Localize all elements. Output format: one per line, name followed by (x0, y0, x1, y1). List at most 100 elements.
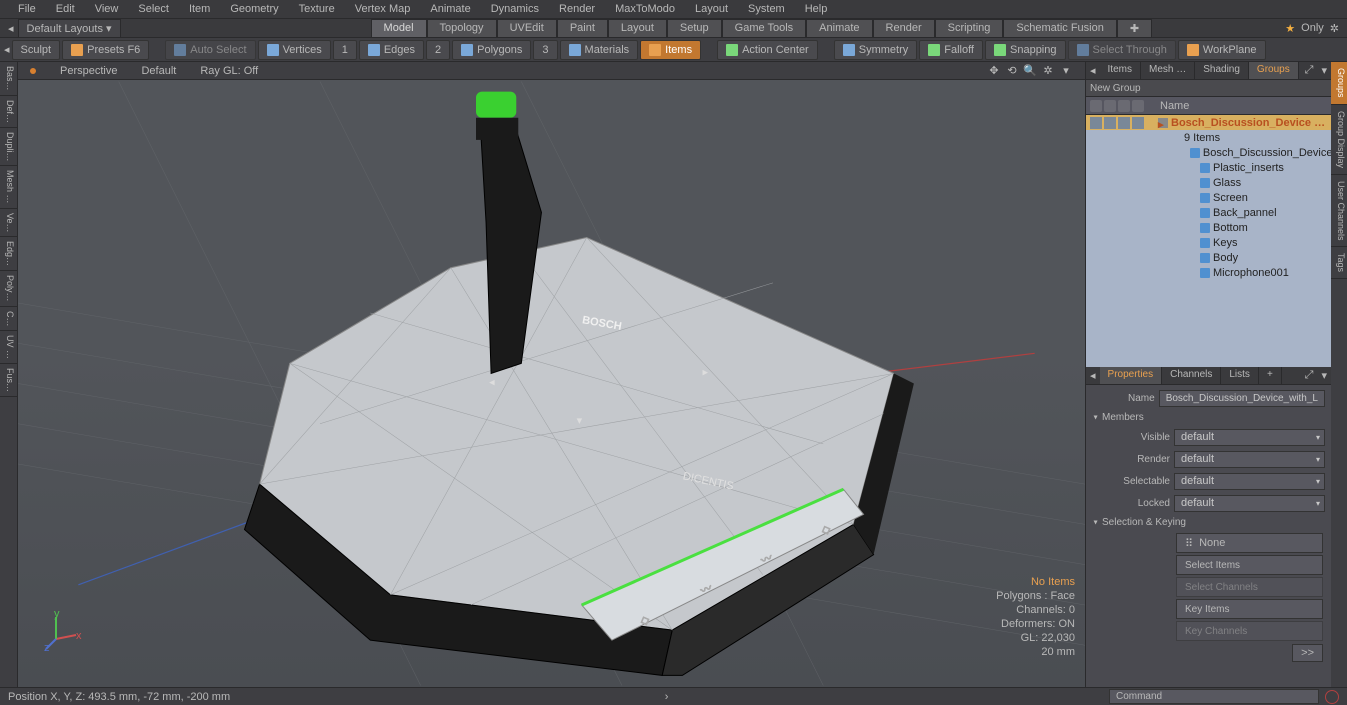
layout-tab-schematic[interactable]: Schematic Fusion (1003, 19, 1116, 38)
arrow-left-icon[interactable]: ◂ (8, 22, 14, 35)
viewport-mode[interactable]: Perspective (60, 65, 117, 77)
lt-edge[interactable]: Edg… (0, 237, 17, 271)
item-tree[interactable]: ▸Bosch_Discussion_Device …9 ItemsBosch_D… (1086, 115, 1331, 367)
actioncenter-button[interactable]: Action Center (717, 40, 818, 60)
menu-system[interactable]: System (738, 1, 795, 17)
zoom-view-icon[interactable]: 🔍 (1023, 64, 1037, 78)
sculpt-button[interactable]: Sculpt (12, 40, 61, 60)
presets-button[interactable]: Presets F6 (62, 40, 149, 60)
key-items-button[interactable]: Key Items (1176, 599, 1323, 619)
symmetry-button[interactable]: Symmetry (834, 40, 918, 60)
panel-arrow-icon[interactable]: ◂ (1086, 62, 1100, 79)
axis-gizmo[interactable]: yzx (44, 611, 84, 651)
render-select[interactable]: default▾ (1174, 451, 1325, 468)
menu-texture[interactable]: Texture (289, 1, 345, 17)
view-menu-icon[interactable]: ▾ (1059, 64, 1073, 78)
more-button[interactable]: >> (1292, 644, 1323, 662)
workplane-button[interactable]: WorkPlane (1178, 40, 1266, 60)
vertices-button[interactable]: Vertices (258, 40, 331, 60)
autoselect-button[interactable]: Auto Select (165, 40, 255, 60)
edges-button[interactable]: Edges (359, 40, 424, 60)
new-group-button[interactable]: New Group (1090, 83, 1141, 94)
col-lock-icon[interactable] (1132, 100, 1144, 112)
lt-deform[interactable]: Def… (0, 96, 17, 128)
viewport-3d[interactable]: ◇ 〰 〰 ◇ BOSCH DICENTIS ◂ ▸ ▾ yzx (18, 80, 1085, 687)
menu-help[interactable]: Help (795, 1, 838, 17)
tree-row[interactable]: Screen (1086, 190, 1331, 205)
layout-tab-render[interactable]: Render (873, 19, 935, 38)
layout-tab-animate[interactable]: Animate (806, 19, 872, 38)
selkey-section[interactable]: Selection & Keying (1086, 514, 1331, 531)
menu-maxtomodo[interactable]: MaxToModo (605, 1, 685, 17)
polygons-button[interactable]: Polygons (452, 40, 531, 60)
layout-tab-setup[interactable]: Setup (667, 19, 722, 38)
materials-button[interactable]: Materials (560, 40, 639, 60)
lt-poly[interactable]: Poly… (0, 271, 17, 307)
tree-row[interactable]: Keys (1086, 235, 1331, 250)
col-eye-icon[interactable] (1090, 100, 1102, 112)
layout-dropdown[interactable]: Default Layouts ▾ (18, 19, 121, 38)
layout-tab-layout[interactable]: Layout (608, 19, 667, 38)
lt-curve[interactable]: C… (0, 307, 17, 332)
record-icon[interactable] (1325, 690, 1339, 704)
layout-tab-paint[interactable]: Paint (557, 19, 608, 38)
rtab-groups[interactable]: Groups (1331, 62, 1347, 105)
select-channels-button[interactable]: Select Channels (1176, 577, 1323, 597)
prop-name-input[interactable]: Bosch_Discussion_Device_with_L (1159, 390, 1325, 407)
num3-button[interactable]: 3 (533, 40, 557, 60)
menu-geometry[interactable]: Geometry (220, 1, 288, 17)
lt-basic[interactable]: Bas… (0, 62, 17, 96)
tree-row[interactable]: Microphone001 (1086, 265, 1331, 280)
prop-expand-icon[interactable]: ⤢ (1301, 367, 1318, 384)
tab-groups[interactable]: Groups (1249, 62, 1299, 79)
ptab-properties[interactable]: Properties (1100, 367, 1163, 384)
only-toggle[interactable]: Only (1301, 22, 1324, 34)
prop-menu-icon[interactable]: ▾ (1317, 367, 1331, 384)
rtab-groupdisplay[interactable]: Group Display (1331, 105, 1347, 175)
menu-render[interactable]: Render (549, 1, 605, 17)
tree-row[interactable]: Glass (1086, 175, 1331, 190)
selectthrough-button[interactable]: Select Through (1068, 40, 1176, 60)
menu-select[interactable]: Select (128, 1, 179, 17)
tree-row[interactable]: Bosch_Discussion_Device_w… (1086, 145, 1331, 160)
menu-layout[interactable]: Layout (685, 1, 738, 17)
ptab-add[interactable]: + (1259, 367, 1282, 384)
rtab-userchannels[interactable]: User Channels (1331, 175, 1347, 248)
visible-select[interactable]: default▾ (1174, 429, 1325, 446)
select-items-button[interactable]: Select Items (1176, 555, 1323, 575)
viewport-dot-icon[interactable] (30, 68, 36, 74)
panel-expand-icon[interactable]: ⤢ (1301, 62, 1318, 79)
viewport-shading[interactable]: Default (141, 65, 176, 77)
snapping-button[interactable]: Snapping (985, 40, 1066, 60)
layout-tab-model[interactable]: Model (371, 19, 427, 38)
lt-dupli[interactable]: Dupli… (0, 128, 17, 167)
tab-shading[interactable]: Shading (1195, 62, 1249, 79)
tree-row[interactable]: Body (1086, 250, 1331, 265)
menu-file[interactable]: File (8, 1, 46, 17)
col-sel-icon[interactable] (1118, 100, 1130, 112)
ptab-lists[interactable]: Lists (1221, 367, 1259, 384)
view-options-icon[interactable]: ✲ (1041, 64, 1055, 78)
cmd-caret-icon[interactable]: › (665, 691, 669, 703)
menu-animate[interactable]: Animate (420, 1, 480, 17)
layout-tab-uvedit[interactable]: UVEdit (497, 19, 557, 38)
key-channels-button[interactable]: Key Channels (1176, 621, 1323, 641)
menu-edit[interactable]: Edit (46, 1, 85, 17)
locked-select[interactable]: default▾ (1174, 495, 1325, 512)
ptab-channels[interactable]: Channels (1162, 367, 1221, 384)
command-input[interactable]: Command (1109, 689, 1319, 704)
tree-row[interactable]: Plastic_inserts (1086, 160, 1331, 175)
menu-item[interactable]: Item (179, 1, 220, 17)
layout-tab-scripting[interactable]: Scripting (935, 19, 1004, 38)
lt-vertex[interactable]: Ve… (0, 209, 17, 238)
layout-tab-add[interactable]: ✚ (1117, 19, 1152, 38)
tab-items[interactable]: Items (1100, 62, 1141, 79)
falloff-button[interactable]: Falloff (919, 40, 983, 60)
lt-uv[interactable]: UV … (0, 331, 17, 364)
rotate-view-icon[interactable]: ⟲ (1005, 64, 1019, 78)
layout-tab-topology[interactable]: Topology (427, 19, 497, 38)
tree-row[interactable]: 9 Items (1086, 130, 1331, 145)
panel-menu-icon[interactable]: ▾ (1317, 62, 1331, 79)
col-cam-icon[interactable] (1104, 100, 1116, 112)
viewport-raygl[interactable]: Ray GL: Off (200, 65, 258, 77)
